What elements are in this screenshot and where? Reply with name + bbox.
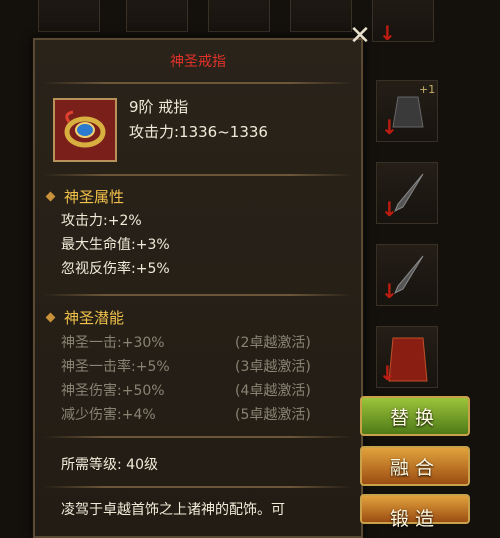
ring-icon <box>64 110 106 148</box>
inventory-slot[interactable]: ↓ <box>376 326 438 388</box>
section-title: 神圣属性 <box>64 188 125 206</box>
inventory-slot[interactable]: +1 ↓ <box>376 80 438 142</box>
downgrade-arrow-icon: ↓ <box>381 279 398 303</box>
item-tooltip-panel: 神圣戒指 9阶 戒指 攻击力:1336~1336 神圣属性 攻击力:+2% 最大… <box>33 38 363 538</box>
item-tier: 9阶 戒指 <box>129 98 189 116</box>
downgrade-arrow-icon: ↓ <box>379 361 396 385</box>
diamond-bullet-icon <box>45 312 56 323</box>
potential-condition: (5卓越激活) <box>235 407 311 423</box>
upgrade-level-badge: +1 <box>419 83 436 96</box>
tooltip-title-bar: 神圣戒指 <box>35 40 361 82</box>
close-icon[interactable]: ✕ <box>346 22 374 50</box>
item-description: 凌驾于卓越首饰之上诸神的配饰。可 <box>61 502 285 518</box>
inventory-slot[interactable]: ↓ <box>376 162 438 224</box>
divider <box>43 486 353 488</box>
level-requirement: 所需等级: 40级 <box>61 457 158 473</box>
item-icon-frame <box>53 98 117 162</box>
item-attack: 攻击力:1336~1336 <box>129 123 268 141</box>
replace-button[interactable]: 替换 <box>360 396 470 436</box>
potential-name: 神圣一击:+30% <box>61 335 165 351</box>
divider <box>43 294 353 296</box>
holy-potential-heading: 神圣潜能 <box>43 307 124 328</box>
attr-line: 忽视反伤率:+5% <box>61 261 170 277</box>
inventory-slot[interactable] <box>290 0 352 32</box>
potential-condition: (2卓越激活) <box>235 335 311 351</box>
inventory-slot[interactable]: ↓ <box>376 244 438 306</box>
inventory-slot[interactable] <box>208 0 270 32</box>
inventory-slot[interactable] <box>38 0 100 32</box>
diamond-bullet-icon <box>45 191 56 202</box>
potential-condition: (3卓越激活) <box>235 359 311 375</box>
inventory-slot[interactable] <box>126 0 188 32</box>
downgrade-arrow-icon: ↓ <box>379 21 396 45</box>
divider <box>43 436 353 438</box>
section-title: 神圣潜能 <box>64 309 125 327</box>
potential-condition: (4卓越激活) <box>235 383 311 399</box>
holy-attributes-heading: 神圣属性 <box>43 186 124 207</box>
divider <box>43 82 353 84</box>
potential-name: 减少伤害:+4% <box>61 407 156 423</box>
fuse-button[interactable]: 融合 <box>360 446 470 486</box>
potential-name: 神圣一击率:+5% <box>61 359 170 375</box>
attr-line: 攻击力:+2% <box>61 213 142 229</box>
potential-name: 神圣伤害:+50% <box>61 383 165 399</box>
attr-line: 最大生命值:+3% <box>61 237 170 253</box>
downgrade-arrow-icon: ↓ <box>381 115 398 139</box>
item-name: 神圣戒指 <box>170 54 226 70</box>
inventory-slot[interactable]: ↓ <box>372 0 434 45</box>
divider <box>43 174 353 176</box>
downgrade-arrow-icon: ↓ <box>381 197 398 221</box>
